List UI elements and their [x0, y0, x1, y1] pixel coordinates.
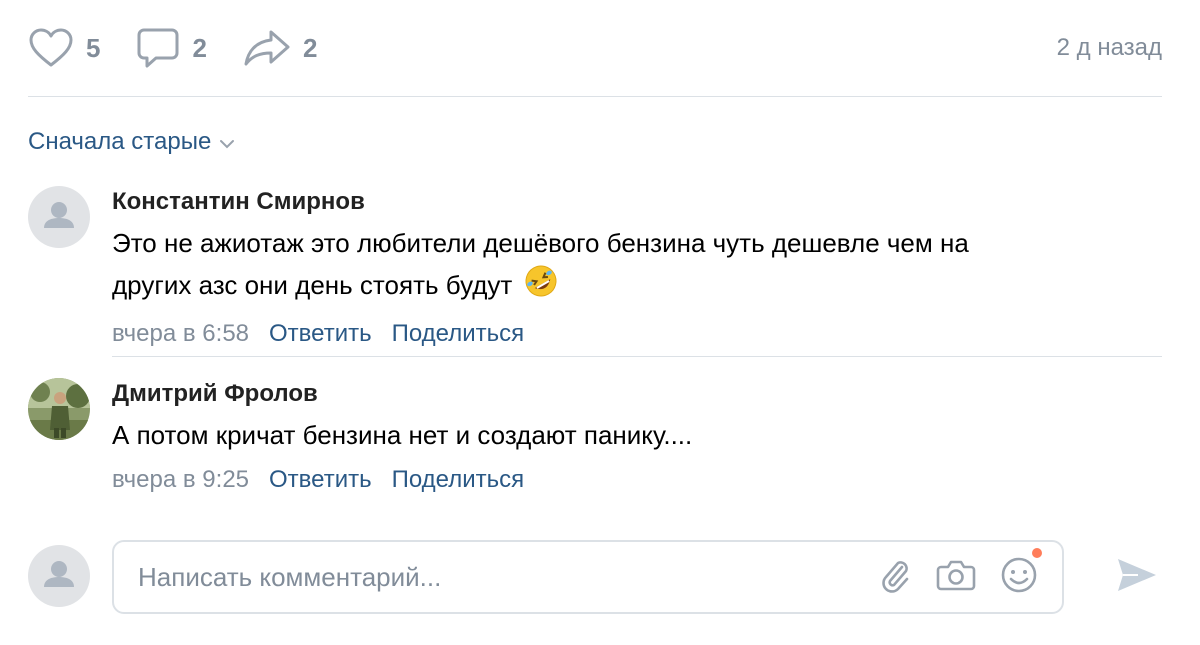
avatar[interactable] [28, 378, 90, 440]
comment-input[interactable] [138, 561, 854, 593]
comment-meta: вчера в 6:58 Ответить Поделиться [112, 318, 1162, 350]
chevron-down-icon [211, 128, 235, 156]
post-time[interactable]: 2 д назад [1057, 34, 1162, 62]
sort-dropdown[interactable]: Сначала старые [28, 128, 235, 156]
divider [112, 356, 1162, 357]
heart-icon [28, 28, 74, 68]
comment-text-line: Это не ажиотаж это любители дешёвого бен… [112, 228, 969, 258]
user-placeholder-icon [44, 561, 74, 587]
comment-composer [112, 540, 1064, 614]
comment-time[interactable]: вчера в 9:25 [112, 464, 249, 496]
comment-time[interactable]: вчера в 6:58 [112, 318, 249, 350]
comment-item: Дмитрий Фролов А потом кричат бензина не… [28, 378, 1162, 498]
share-link[interactable]: Поделиться [392, 464, 525, 496]
post-actions-bar: 5 2 2 2 д назад [28, 26, 1162, 70]
comment-text-line-with-emoji: других азс они день стоять будут [112, 264, 1162, 310]
camera-icon[interactable] [936, 558, 976, 597]
divider [28, 96, 1162, 97]
notification-dot [1032, 547, 1042, 558]
comment-text: А потом кричат бензина нет и создают пан… [112, 420, 693, 450]
comment-author[interactable]: Константин Смирнов [112, 186, 1162, 218]
reply-link[interactable]: Ответить [269, 464, 372, 496]
share-icon [243, 28, 291, 68]
composer-tools [854, 547, 1042, 599]
share-button[interactable]: 2 [243, 28, 317, 68]
like-button[interactable]: 5 [28, 28, 100, 68]
comment-meta: вчера в 9:25 Ответить Поделиться [112, 464, 1162, 496]
paperclip-icon[interactable] [878, 557, 912, 598]
like-count: 5 [86, 32, 101, 63]
avatar[interactable] [28, 186, 90, 248]
share-link[interactable]: Поделиться [392, 318, 525, 350]
comment-text: Это не ажиотаж это любители дешёвого бен… [112, 222, 1162, 310]
comment-count: 2 [192, 32, 207, 63]
user-placeholder-icon [44, 202, 74, 228]
comment-author[interactable]: Дмитрий Фролов [112, 378, 1162, 410]
rolling-on-floor-laughing-emoji-icon [524, 264, 558, 310]
smile-icon[interactable] [1000, 547, 1042, 599]
reply-link[interactable]: Ответить [269, 318, 372, 350]
user-photo-icon [28, 378, 90, 440]
comment-text-line: других азс они день стоять будут [112, 270, 513, 300]
current-user-avatar [28, 545, 90, 607]
comment-button[interactable]: 2 [136, 27, 207, 69]
sort-label: Сначала старые [28, 128, 212, 155]
share-count: 2 [302, 32, 318, 63]
comment-item: Константин Смирнов Это не ажиотаж это лю… [28, 186, 1162, 347]
comment-icon [136, 27, 180, 69]
send-icon[interactable] [1114, 555, 1158, 600]
